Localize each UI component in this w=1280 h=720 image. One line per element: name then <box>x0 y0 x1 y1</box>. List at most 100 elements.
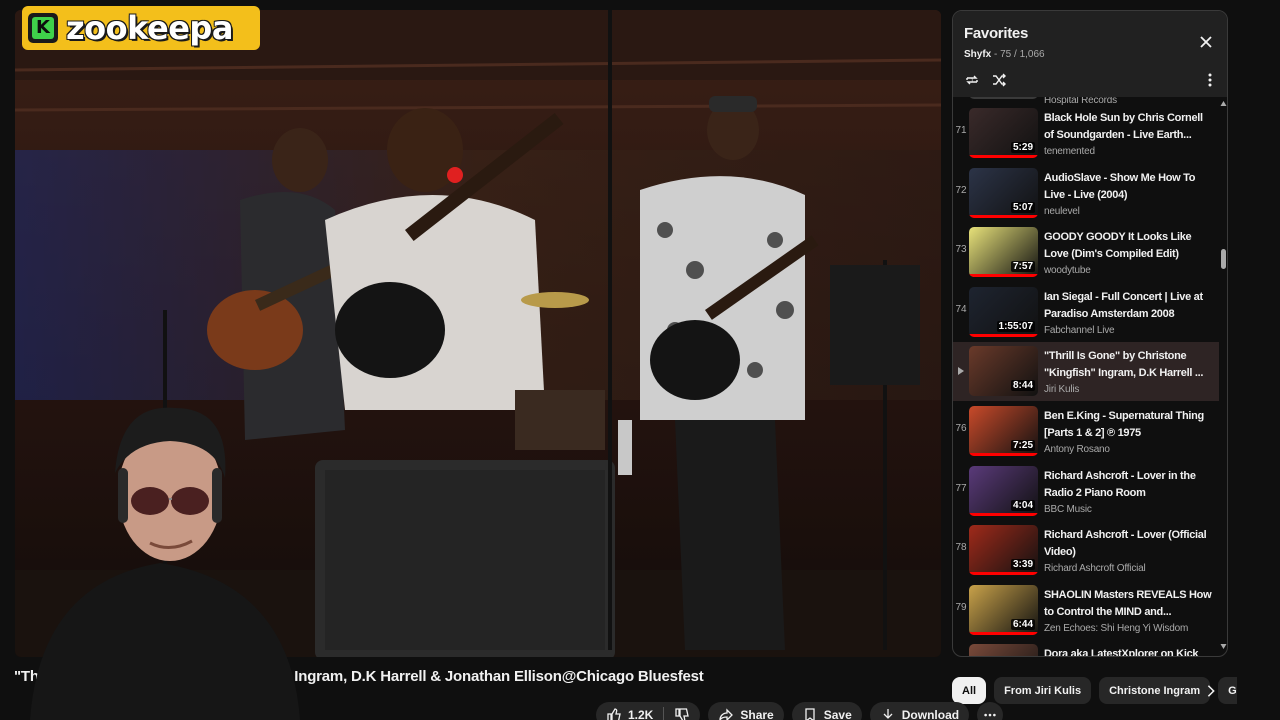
playlist-item-index: 77 <box>955 482 967 494</box>
playlist-item[interactable]: 73 7:57 GOODY GOODY It Looks Like Love (… <box>953 223 1219 282</box>
watch-progress-bar <box>969 214 1038 218</box>
playlist-item-channel: Zen Echoes: Shi Heng Yi Wisdom <box>1044 622 1189 634</box>
playlist-subtitle: Shyfx - 75 / 1,066 <box>964 49 1045 60</box>
playlist-item-title: "Thrill Is Gone" by Christone "Kingfish"… <box>1044 350 1204 380</box>
playlist-item-duration: 5:07 <box>1010 201 1035 213</box>
playlist-item[interactable]: 77 4:04 Richard Ashcroft - Lover in the … <box>953 462 1219 521</box>
bookmark-icon <box>805 708 815 720</box>
playlist-item[interactable]: 79 6:44 SHAOLIN Masters REVEALS How to C… <box>953 581 1219 640</box>
playlist-thumbnail: 3:39 <box>969 525 1038 576</box>
playlist-item[interactable]: 74 1:55:07 Ian Siegal - Full Concert | L… <box>953 283 1219 342</box>
playlist-item-duration: 4:04 <box>1010 499 1035 511</box>
playlist-thumbnail: 5:07 <box>969 167 1038 218</box>
playlist-thumbnail: 7:25 <box>969 406 1038 456</box>
app: K zookeepa "Thrill Is Gone" by Christone… <box>0 0 1280 720</box>
playlist-thumbnail: 4:04 <box>969 465 1038 516</box>
playlist-item-index: 78 <box>955 542 967 554</box>
playlist-scroll-thumb[interactable] <box>1221 249 1226 269</box>
filter-chip[interactable]: All <box>952 677 987 704</box>
playlist-title: Favorites <box>964 25 1028 42</box>
watch-progress-bar <box>969 274 1038 278</box>
related-filter-chips: AllFrom Jiri KulisChristone IngramGuitar <box>952 677 1237 705</box>
playlist-item-title: Richard Ashcroft - Lover in the Radio 2 … <box>1044 469 1196 499</box>
now-playing-icon <box>958 367 964 376</box>
playlist-item-title: GOODY GOODY It Looks Like Love (Dim's Co… <box>1044 231 1192 261</box>
playlist-item-channel: Fabchannel Live <box>1044 324 1115 336</box>
brand-mark-icon: K <box>28 13 58 43</box>
download-button[interactable]: Download <box>869 702 970 720</box>
playlist-item[interactable]: 71 5:29 Black Hole Sun by Chris Cornell … <box>953 104 1219 163</box>
playlist-item-channel: Jiri Kulis <box>1044 384 1080 396</box>
playlist-menu-button[interactable] <box>1199 69 1221 91</box>
shuffle-button[interactable] <box>988 69 1010 91</box>
playlist-item-channel: BBC Music <box>1044 503 1092 515</box>
playlist-item-index: 76 <box>955 423 967 434</box>
like-button[interactable]: 1.2K <box>596 702 663 720</box>
svg-text:1: 1 <box>971 78 974 84</box>
filter-chip[interactable]: From Jiri Kulis <box>994 677 1092 704</box>
playlist-item-index: 79 <box>955 601 967 613</box>
playlist-item-duration: 5:29 <box>1010 142 1035 153</box>
share-icon <box>719 708 734 720</box>
video-actions: 1.2K Share Save Download <box>596 702 1004 720</box>
playlist-item-duration: 3:39 <box>1010 559 1035 571</box>
playlist-item-duration: 6:44 <box>1010 618 1035 630</box>
playlist-thumbnail <box>969 97 1038 99</box>
watch-progress-bar <box>969 512 1038 516</box>
playlist-item-duration: 7:57 <box>1010 261 1035 273</box>
loop-button[interactable]: 1 <box>961 69 983 91</box>
playlist-thumbnail: 7:57 <box>969 227 1038 278</box>
playlist-item[interactable]: 78 3:39 Richard Ashcroft - Lover (Offici… <box>953 521 1219 580</box>
playlist-item[interactable]: 8:44 "Thrill Is Gone" by Christone "King… <box>953 342 1219 402</box>
watch-progress-bar <box>969 155 1038 158</box>
playlist-item-title: Ben E.King - Supernatural Thing [Parts 1… <box>1044 410 1204 439</box>
playlist-item-title: Dora aka LatestXplorer on Kick <box>1044 648 1199 657</box>
playlist-thumbnail: 8:44 <box>969 346 1038 397</box>
playlist-item-title: AudioSlave - Show Me How To Live - Live … <box>1044 171 1196 201</box>
playlist-item-title: SHAOLIN Masters REVEALS How to Control t… <box>1044 588 1212 618</box>
brand-logo: K zookeepa <box>22 6 260 50</box>
chevron-right-icon <box>1207 685 1215 697</box>
webcam-overlay <box>0 383 318 720</box>
playlist-item-title: Ian Siegal - Full Concert | Live at Para… <box>1044 290 1203 320</box>
playlist-item-index: 71 <box>955 125 967 136</box>
playlist-item-partial-top[interactable]: Hospital Records <box>953 97 1219 106</box>
playlist-item-duration: 7:25 <box>1010 440 1035 451</box>
shuffle-icon <box>993 73 1006 87</box>
watch-progress-bar <box>969 453 1038 456</box>
playlist-item-partial-bottom[interactable]: Dora aka LatestXplorer on Kick <box>953 640 1219 657</box>
playlist-item-index: 73 <box>955 244 967 256</box>
share-button[interactable]: Share <box>708 702 784 720</box>
playlist-thumbnail: 1:55:07 <box>969 286 1038 337</box>
more-vertical-icon <box>1208 73 1212 87</box>
playlist-item-title: Black Hole Sun by Chris Cornell of Sound… <box>1044 112 1203 141</box>
playlist-item[interactable]: 76 7:25 Ben E.King - Supernatural Thing … <box>953 402 1219 461</box>
playlist-item-index: 74 <box>955 303 967 315</box>
more-horizontal-icon <box>984 713 996 717</box>
playlist-item[interactable]: 72 5:07 AudioSlave - Show Me How To Live… <box>953 164 1219 223</box>
watch-progress-bar <box>969 572 1038 576</box>
playlist-thumbnail: 5:29 <box>969 108 1038 158</box>
more-actions-button[interactable] <box>977 702 1004 720</box>
playlist-item-channel: tenemented <box>1044 146 1095 157</box>
save-button[interactable]: Save <box>791 702 862 720</box>
playlist-panel: Favorites Shyfx - 75 / 1,066 1 Hospital … <box>952 10 1228 657</box>
close-icon <box>1200 36 1212 48</box>
dislike-button[interactable] <box>664 702 700 720</box>
thumbs-down-icon <box>675 708 690 720</box>
playlist-item-index: 72 <box>955 184 967 196</box>
playlist-item-duration: 8:44 <box>1010 380 1035 392</box>
playlist-item-duration: 1:55:07 <box>996 320 1035 332</box>
chips-next-button[interactable] <box>1200 680 1222 702</box>
watch-progress-bar <box>969 333 1038 337</box>
filter-chip[interactable]: Christone Ingram <box>1099 677 1211 704</box>
playlist-item-channel: Antony Rosano <box>1044 444 1110 455</box>
playlist-item-title: Richard Ashcroft - Lover (Official Video… <box>1044 529 1207 559</box>
close-playlist-button[interactable] <box>1195 31 1217 53</box>
loop-icon: 1 <box>966 75 978 85</box>
like-dislike-group: 1.2K <box>596 702 701 720</box>
playlist-item-channel: woodytube <box>1044 265 1091 277</box>
playlist-items: Hospital Records 71 5:29 Black Hole Sun … <box>953 97 1219 657</box>
playlist-scrollbar[interactable] <box>1219 97 1227 656</box>
playlist-owner[interactable]: Shyfx <box>964 49 991 60</box>
